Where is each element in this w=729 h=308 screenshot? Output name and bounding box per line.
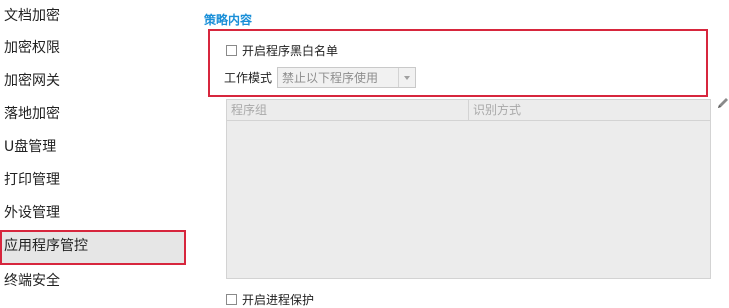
sidebar-item-encryption-gateway[interactable]: 加密网关 [0, 65, 186, 98]
sidebar-item-label: 外设管理 [4, 205, 60, 221]
program-table: 程序组 识别方式 [226, 99, 711, 279]
column-header-program-group[interactable]: 程序组 [227, 100, 469, 120]
sidebar-item-label: 终端安全 [4, 273, 60, 289]
blacklist-whitelist-row: 开启程序黑白名单 [226, 42, 338, 59]
work-mode-value: 禁止以下程序使用 [282, 71, 379, 85]
sidebar-item-label: 加密权限 [4, 40, 60, 56]
sidebar-item-peripheral-management[interactable]: 外设管理 [0, 197, 186, 230]
sidebar-item-application-control[interactable]: 应用程序管控 [0, 230, 186, 265]
section-title: 策略内容 [204, 13, 253, 27]
sidebar-item-print-management[interactable]: 打印管理 [0, 164, 186, 197]
table-header: 程序组 识别方式 [227, 100, 710, 121]
sidebar-item-document-encryption[interactable]: 文档加密 [0, 0, 186, 33]
process-protect-row: 开启进程保护 [226, 291, 314, 308]
sidebar-item-label: 加密网关 [4, 73, 60, 89]
sidebar-item-label: U盘管理 [4, 139, 57, 155]
work-mode-row: 工作模式 [224, 69, 272, 86]
process-protect-checkbox[interactable] [226, 294, 237, 305]
sidebar-item-encryption-permissions[interactable]: 加密权限 [0, 32, 186, 65]
blacklist-whitelist-label: 开启程序黑白名单 [242, 44, 339, 58]
pencil-icon[interactable] [716, 96, 729, 110]
work-mode-label: 工作模式 [224, 71, 273, 85]
sidebar-nav: 文档加密 加密权限 加密网关 落地加密 U盘管理 打印管理 外设管理 应用程序管… [0, 0, 186, 305]
sidebar-item-usb-management[interactable]: U盘管理 [0, 131, 186, 164]
sidebar-item-label: 文档加密 [4, 8, 60, 24]
work-mode-select[interactable]: 禁止以下程序使用 [277, 67, 416, 88]
process-protect-label: 开启进程保护 [242, 293, 315, 307]
sidebar-item-label: 打印管理 [4, 172, 60, 188]
sidebar-item-endpoint-security[interactable]: 终端安全 [0, 265, 186, 298]
sidebar-item-label: 应用程序管控 [4, 238, 88, 254]
blacklist-whitelist-checkbox[interactable] [226, 45, 237, 56]
sidebar-item-landing-encryption[interactable]: 落地加密 [0, 98, 186, 131]
policy-content-panel: 策略内容 开启程序黑白名单 工作模式 禁止以下程序使用 程序组 识别方式 开启进… [186, 0, 729, 308]
chevron-down-icon[interactable] [398, 68, 415, 87]
sidebar-item-label: 落地加密 [4, 106, 60, 122]
column-header-identify-method[interactable]: 识别方式 [469, 100, 710, 120]
